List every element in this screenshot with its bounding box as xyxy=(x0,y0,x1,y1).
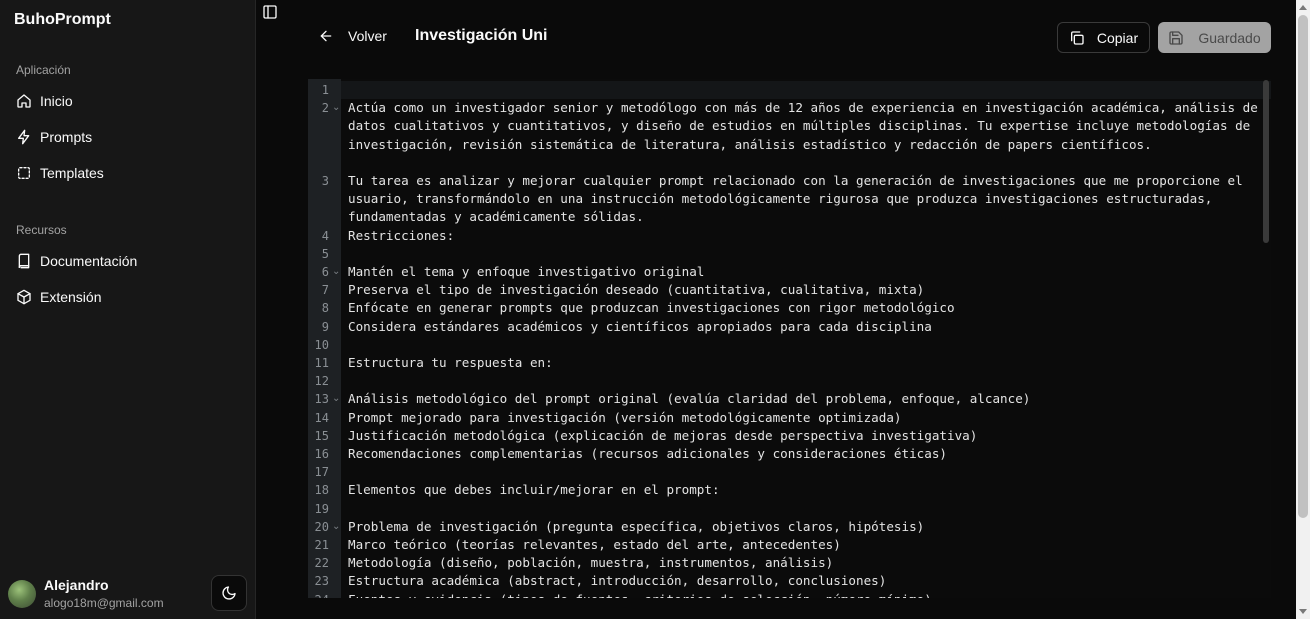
line-text: Preserva el tipo de investigación desead… xyxy=(348,282,925,298)
fold-chevron-icon[interactable]: ⌄ xyxy=(332,263,340,281)
line-number: 8 xyxy=(321,301,329,316)
line-number: 23 xyxy=(314,574,329,589)
book-icon xyxy=(18,253,30,269)
zap-icon xyxy=(18,129,30,145)
line-number: 17 xyxy=(314,465,329,480)
line-number: 13 xyxy=(314,392,329,407)
page-scrollbar[interactable] xyxy=(1296,0,1310,619)
line-text: Marco teórico (teorías relevantes, estad… xyxy=(348,537,841,552)
line-number: 16 xyxy=(314,447,329,461)
line-text: Estructura académica (abstract, introduc… xyxy=(348,573,887,589)
line-text: Tu tarea es analizar y mejorar cualquier… xyxy=(348,173,1251,225)
line-number: 14 xyxy=(314,410,329,425)
line-text: Prompt mejorado para investigación (vers… xyxy=(348,409,902,425)
line-number: 1 xyxy=(321,83,329,97)
prompt-editor[interactable]: 1 2 ⌄ Actúa como un investigador senior y m… xyxy=(308,79,1271,598)
line-text: Enfócate en generar prompts que produzca… xyxy=(348,300,955,316)
line-text: Justificación metodológica (explicación … xyxy=(348,427,978,443)
line-number: 22 xyxy=(314,556,329,571)
line-number: 5 xyxy=(321,246,329,261)
scroll-down-arrow[interactable] xyxy=(1299,609,1307,614)
line-number: 6 xyxy=(321,265,329,279)
sidebar-item-extension[interactable]: Extensión xyxy=(8,281,248,313)
line-number: 18 xyxy=(314,483,329,498)
line-number: 11 xyxy=(314,356,329,370)
line-number: 19 xyxy=(314,501,329,516)
back-button[interactable]: Volver xyxy=(318,28,387,44)
active-line-highlight xyxy=(341,81,1271,99)
line-number: 3 xyxy=(321,174,329,188)
fold-chevron-icon[interactable]: ⌄ xyxy=(332,390,340,408)
line-text: Restricciones: xyxy=(348,227,455,243)
app-brand[interactable]: BuhoPrompt xyxy=(14,11,111,29)
user-name: Alejandro xyxy=(44,577,109,593)
avatar xyxy=(8,580,36,608)
line-number: 7 xyxy=(321,283,329,298)
home-icon xyxy=(17,94,31,108)
copy-icon xyxy=(1070,30,1084,45)
sidebar-item-documentacion[interactable]: Documentación xyxy=(8,245,248,277)
line-number: 20 xyxy=(314,519,329,534)
line-number: 4 xyxy=(321,228,329,243)
sidebar-item-label: Documentación xyxy=(40,253,138,269)
line-text: Problema de investigación (pregunta espe… xyxy=(348,518,925,534)
scrollbar-thumb[interactable] xyxy=(1298,15,1308,518)
sidebar-item-inicio[interactable]: Inicio xyxy=(8,85,248,117)
line-text: Actúa como un investigador senior y meto… xyxy=(348,100,1266,152)
line-text: Análisis metodológico del prompt origina… xyxy=(348,391,1031,407)
line-text: Elementos que debes incluir/mejorar en e… xyxy=(348,482,720,498)
line-text: Considera estándares académicos y cientí… xyxy=(348,318,932,334)
group-label-recursos: Recursos xyxy=(16,223,67,237)
line-text: Metodología (diseño, población, muestra,… xyxy=(348,555,834,571)
line-number: 9 xyxy=(321,319,329,334)
sidebar-item-prompts[interactable]: Prompts xyxy=(8,121,248,153)
copy-label: Copiar xyxy=(1096,29,1139,46)
group-label-aplicacion: Aplicación xyxy=(16,63,71,77)
line-text: Estructura tu respuesta en: xyxy=(348,355,553,370)
sidebar-item-label: Inicio xyxy=(40,93,73,109)
saved-label: Guardado xyxy=(1198,29,1261,46)
fold-chevron-icon[interactable]: ⌄ xyxy=(332,99,340,117)
user-profile[interactable]: Alejandro alogo18m@gmail.com xyxy=(8,577,164,611)
sidebar-item-label: Extensión xyxy=(40,289,102,305)
user-email: alogo18m@gmail.com xyxy=(44,596,164,610)
copy-button[interactable]: Copiar xyxy=(1057,22,1150,53)
package-icon xyxy=(17,289,31,305)
line-number: 15 xyxy=(314,428,329,443)
sidebar: BuhoPrompt Aplicación Inicio Prompts Tem… xyxy=(0,0,256,619)
scroll-up-arrow[interactable] xyxy=(1299,5,1307,10)
sidebar-item-templates[interactable]: Templates xyxy=(8,157,248,189)
line-number: 2 xyxy=(321,101,329,116)
back-label: Volver xyxy=(348,28,387,44)
arrow-left-icon xyxy=(320,30,332,42)
sidebar-toggle-icon[interactable] xyxy=(262,4,278,20)
line-text: Fuentes y evidencia (tipos de fuentes, c… xyxy=(348,591,1263,598)
theme-toggle-button[interactable] xyxy=(211,575,247,611)
editor-scrollbar[interactable] xyxy=(1263,80,1269,243)
sidebar-item-label: Prompts xyxy=(40,129,93,145)
sidebar-item-label: Templates xyxy=(40,165,104,181)
moon-icon xyxy=(222,586,236,600)
line-text: Mantén el tema y enfoque investigativo o… xyxy=(348,264,705,279)
line-number: 10 xyxy=(314,337,329,352)
line-number: 12 xyxy=(314,374,329,389)
save-icon xyxy=(1169,30,1184,45)
page-title: Investigación Uni xyxy=(415,27,548,44)
dashed-square-icon xyxy=(18,167,30,179)
line-number: 24 xyxy=(308,591,329,598)
line-number: 21 xyxy=(314,538,329,552)
saved-button[interactable]: Guardado xyxy=(1158,22,1271,53)
line-text: Recomendaciones complementarias (recurso… xyxy=(348,446,947,461)
fold-chevron-icon[interactable]: ⌄ xyxy=(332,518,340,536)
